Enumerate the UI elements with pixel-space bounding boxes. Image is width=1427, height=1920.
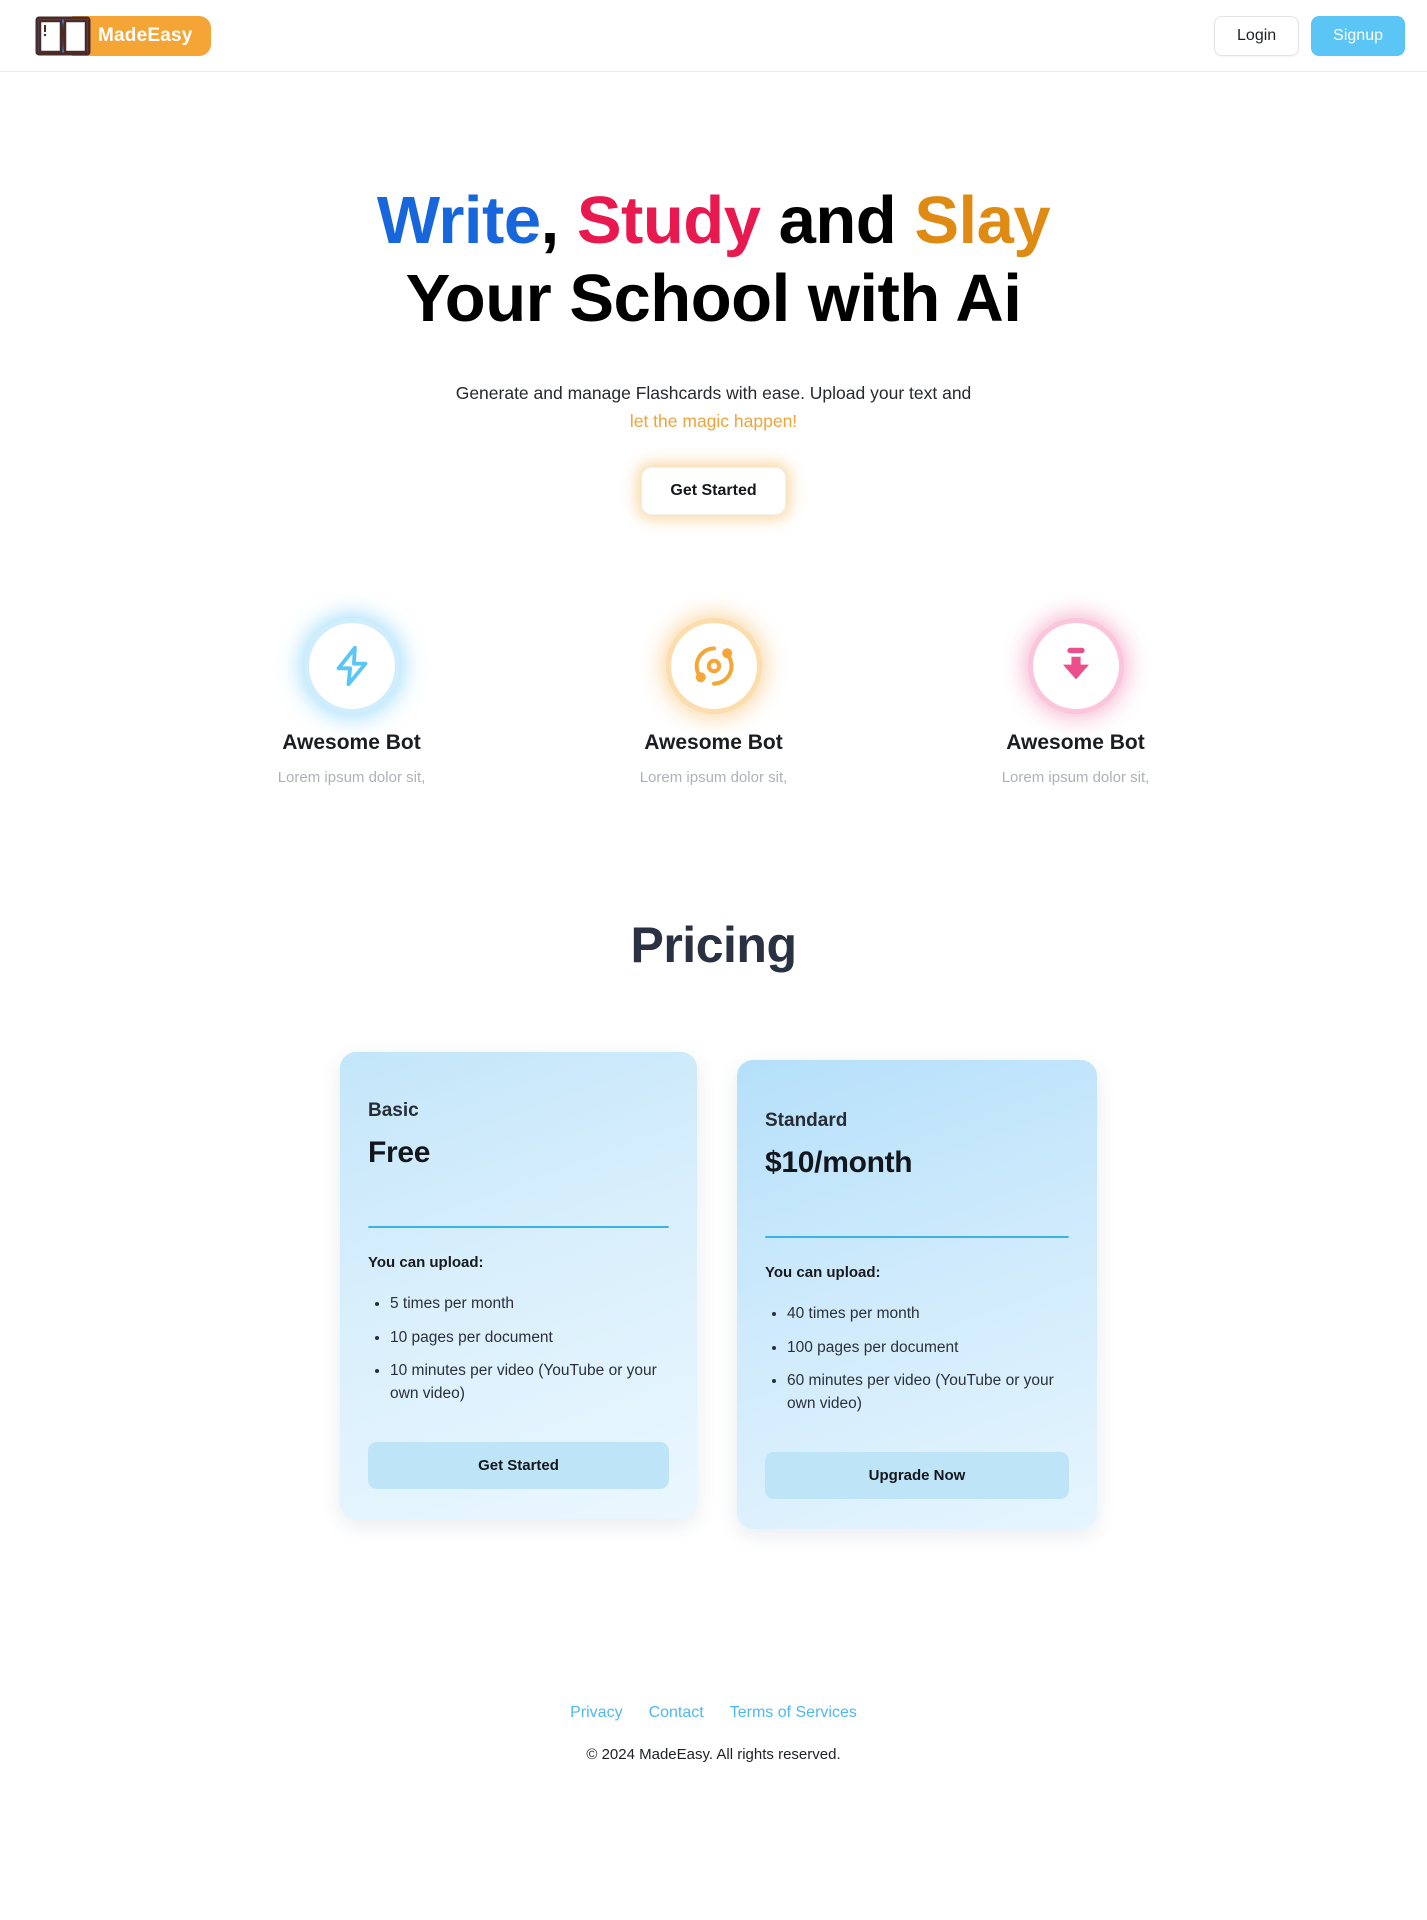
plan-feature-list: 40 times per month 100 pages per documen… <box>765 1303 1069 1415</box>
footer: Privacy Contact Terms of Services © 2024… <box>0 1704 1427 1803</box>
footer-links: Privacy Contact Terms of Services <box>0 1704 1427 1722</box>
nav-actions: Login Signup <box>1214 15 1405 56</box>
hero-get-started-button[interactable]: Get Started <box>641 467 786 516</box>
headline-word-write: Write <box>376 183 541 258</box>
hero-subtitle-magic: let the magic happen! <box>629 411 798 432</box>
plan-divider <box>368 1226 669 1229</box>
plan-name: Basic <box>368 1100 419 1122</box>
plan-divider <box>765 1236 1069 1239</box>
basic-get-started-button[interactable]: Get Started <box>368 1442 669 1490</box>
login-button[interactable]: Login <box>1214 15 1300 56</box>
feature-description: Lorem ipsum dolor sit, <box>1001 769 1150 787</box>
top-navbar: MadeEasy Login Signup <box>0 0 1427 72</box>
hero-subtitle-line-1: Generate and manage Flashcards with ease… <box>455 383 972 404</box>
hero-section: Write, Study and Slay Your School with A… <box>0 72 1427 516</box>
brand-pill: MadeEasy <box>72 15 211 56</box>
hero-subtitle: Generate and manage Flashcards with ease… <box>0 379 1427 435</box>
page-title: Write, Study and Slay Your School with A… <box>0 182 1427 337</box>
headline-comma: , <box>540 183 560 258</box>
pricing-heading: Pricing <box>630 917 797 974</box>
footer-copyright: © 2024 MadeEasy. All rights reserved. <box>586 1746 841 1764</box>
orbit-icon <box>670 623 757 710</box>
feature-description: Lorem ipsum dolor sit, <box>277 769 426 787</box>
headline-line-2: Your School with Ai <box>405 260 1022 336</box>
feature-description: Lorem ipsum dolor sit, <box>639 769 788 787</box>
feature-title: Awesome Bot <box>282 731 421 755</box>
list-item: 100 pages per document <box>787 1337 1069 1359</box>
signup-button[interactable]: Signup <box>1311 15 1405 56</box>
feature-card-2: Awesome Bot Lorem ipsum dolor sit, <box>533 623 895 786</box>
feature-title: Awesome Bot <box>644 731 783 755</box>
plan-feature-list: 5 times per month 10 pages per document … <box>368 1293 669 1405</box>
hero-cta-wrapper: Get Started <box>0 467 1427 516</box>
feature-card-1: Awesome Bot Lorem ipsum dolor sit, <box>171 623 533 786</box>
download-arrow-icon <box>1032 623 1119 710</box>
plan-price: $10/month <box>765 1146 913 1180</box>
list-item: 60 minutes per video (YouTube or your ow… <box>787 1370 1069 1415</box>
lightning-bolt-icon <box>308 623 395 710</box>
plan-price: Free <box>368 1136 431 1170</box>
pricing-cards-row: Basic Free You can upload: 5 times per m… <box>0 1052 1427 1530</box>
headline-word-study: Study <box>576 183 761 258</box>
plan-upload-label: You can upload: <box>368 1254 484 1272</box>
brand-logo[interactable]: MadeEasy <box>34 13 211 59</box>
footer-link-terms[interactable]: Terms of Services <box>730 1704 857 1722</box>
list-item: 5 times per month <box>390 1293 669 1315</box>
standard-upgrade-now-button[interactable]: Upgrade Now <box>765 1452 1069 1500</box>
features-section: Awesome Bot Lorem ipsum dolor sit, Aweso… <box>0 623 1427 786</box>
feature-title: Awesome Bot <box>1006 731 1145 755</box>
headline-word-and: and <box>778 183 897 258</box>
footer-link-privacy[interactable]: Privacy <box>570 1704 622 1722</box>
headline-word-slay: Slay <box>914 183 1051 258</box>
pricing-card-basic: Basic Free You can upload: 5 times per m… <box>340 1052 697 1520</box>
pricing-card-standard: Standard $10/month You can upload: 40 ti… <box>737 1060 1097 1530</box>
list-item: 40 times per month <box>787 1303 1069 1325</box>
list-item: 10 minutes per video (YouTube or your ow… <box>390 1360 669 1405</box>
plan-upload-label: You can upload: <box>765 1264 881 1282</box>
open-book-icon <box>34 13 92 59</box>
list-item: 10 pages per document <box>390 1327 669 1349</box>
brand-name: MadeEasy <box>98 24 193 46</box>
feature-card-3: Awesome Bot Lorem ipsum dolor sit, <box>895 623 1257 786</box>
plan-name: Standard <box>765 1110 848 1132</box>
footer-link-contact[interactable]: Contact <box>649 1704 704 1722</box>
